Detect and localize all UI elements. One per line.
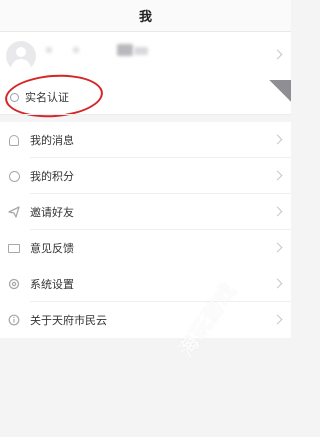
- chevron-right-icon: [272, 242, 283, 253]
- menu-item-points[interactable]: 我的积分: [0, 158, 291, 194]
- blurred-username: [117, 44, 133, 56]
- menu-item-label: 意见反馈: [30, 242, 74, 255]
- info-icon: [8, 314, 20, 326]
- menu-item-feedback[interactable]: 意见反馈: [0, 230, 291, 266]
- corner-ribbon: [269, 80, 291, 102]
- menu-item-label: 系统设置: [30, 278, 74, 291]
- chevron-right-icon: [272, 134, 283, 145]
- divider: [0, 114, 291, 115]
- page-title: 我: [138, 10, 152, 25]
- top-bar: 我: [0, 0, 291, 32]
- menu-item-messages[interactable]: 我的消息: [0, 122, 291, 158]
- chevron-right-icon: [272, 206, 283, 217]
- menu-item-label: 我的积分: [30, 170, 74, 183]
- menu-item-label: 关于天府市民云: [30, 314, 107, 327]
- envelope-icon: [8, 242, 20, 254]
- chevron-right-icon: [272, 278, 283, 289]
- chevron-right-icon: [272, 49, 283, 60]
- blurred-username: [134, 47, 148, 55]
- blurred-username: [46, 47, 52, 53]
- menu-item-label: 我的消息: [30, 134, 74, 147]
- bell-icon: [8, 134, 20, 146]
- menu-item-about[interactable]: 关于天府市民云: [0, 302, 291, 338]
- chevron-right-icon: [272, 170, 283, 181]
- gear-icon: [8, 278, 20, 290]
- menu-item-settings[interactable]: 系统设置: [0, 266, 291, 302]
- menu-item-label: 邀请好友: [30, 206, 74, 219]
- chevron-right-icon: [272, 314, 283, 325]
- profile-row[interactable]: [0, 32, 291, 80]
- menu-item-invite[interactable]: 邀请好友: [0, 194, 291, 230]
- blurred-username: [73, 47, 79, 53]
- points-icon: [8, 170, 20, 182]
- avatar[interactable]: [6, 41, 36, 71]
- send-icon: [8, 206, 20, 218]
